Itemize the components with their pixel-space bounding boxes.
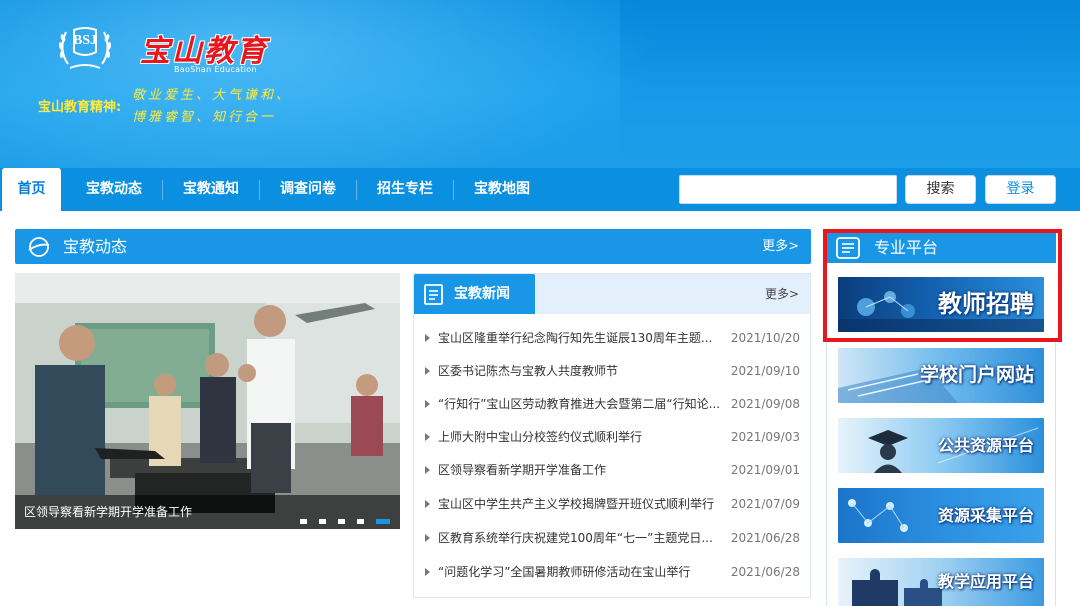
slide-dot-4[interactable]: [356, 519, 364, 524]
section-more-link[interactable]: 更多>: [762, 229, 799, 264]
news-item-date: 2021/07/09: [730, 497, 800, 511]
slide-dot-1[interactable]: [299, 519, 307, 524]
news-tab-label: 宝教新闻: [454, 286, 510, 302]
news-item[interactable]: 宝山区隆重举行纪念陶行知先生诞辰130周年主题... 2021/10/20: [414, 322, 810, 355]
banner-label: 公共资源平台: [937, 436, 1034, 455]
slide-dot-3[interactable]: [337, 519, 345, 524]
bullet-arrow-icon: [425, 466, 430, 474]
slide-dot-5[interactable]: [376, 519, 390, 524]
news-item-title[interactable]: 区领导察看新学期开学准备工作: [438, 454, 722, 487]
logo-subtitle: BaoShan Education: [174, 65, 257, 74]
planet-icon: [28, 237, 50, 257]
news-item-date: 2021/06/28: [730, 565, 800, 579]
slide-dot-2[interactable]: [318, 519, 326, 524]
news-item[interactable]: 区教育系统举行庆祝建党100周年“七一”主题党日... 2021/06/28: [414, 522, 810, 555]
bullet-arrow-icon: [425, 400, 430, 408]
banner-label: 学校门户网站: [919, 364, 1034, 386]
spirit-motto-line1: 敬业爱生、大气谦和、: [132, 88, 293, 103]
banner-label: 教学应用平台: [937, 572, 1034, 591]
section-title: 宝教动态: [63, 237, 128, 256]
nav-item-notices[interactable]: 宝教通知: [163, 168, 259, 211]
login-button[interactable]: 登录: [985, 175, 1056, 204]
news-item-title[interactable]: “问题化学习”全国暑期教师研修活动在宝山举行: [438, 556, 722, 589]
news-item-title[interactable]: 上师大附中宝山分校签约仪式顺利举行: [438, 421, 722, 454]
banner-label: 教师招聘: [938, 290, 1034, 318]
bullet-arrow-icon: [425, 568, 430, 576]
news-item-title[interactable]: 区委书记陈杰与宝教人共度教师节: [438, 355, 722, 388]
page: BSJ 宝山教育 BaoShan Education 宝山教育精神: 敬业爱生、…: [0, 0, 1080, 606]
site-header: BSJ 宝山教育 BaoShan Education 宝山教育精神: 敬业爱生、…: [0, 0, 1080, 168]
news-header: 宝教新闻 更多>: [414, 274, 810, 314]
news-item-date: 2021/09/08: [730, 397, 800, 411]
news-item[interactable]: 区委书记陈杰与宝教人共度教师节 2021/09/10: [414, 355, 810, 388]
news-panel: 宝教新闻 更多> 宝山区隆重举行纪念陶行知先生诞辰130周年主题... 2021…: [413, 273, 811, 598]
banner-resource-collection[interactable]: 资源采集平台: [838, 488, 1044, 543]
logo-title: 宝山教育: [140, 34, 268, 69]
nav-item-survey[interactable]: 调查问卷: [260, 168, 356, 211]
nav-item-home[interactable]: 首页: [2, 168, 61, 211]
news-item-date: 2021/09/01: [730, 463, 800, 477]
nav-item-news[interactable]: 宝教动态: [66, 168, 162, 211]
news-item[interactable]: 宝山区中学生共产主义学校揭牌暨开班仪式顺利举行 2021/07/09: [414, 488, 810, 521]
news-item-title[interactable]: 宝山区隆重举行纪念陶行知先生诞辰130周年主题...: [438, 322, 722, 355]
news-item-date: 2021/09/03: [730, 430, 800, 444]
bullet-arrow-icon: [425, 433, 430, 441]
spirit-label: 宝山教育精神:: [38, 100, 122, 115]
nav-item-map[interactable]: 宝教地图: [454, 168, 550, 211]
news-more-link[interactable]: 更多>: [765, 274, 799, 314]
slide-photo: [15, 273, 400, 529]
bullet-arrow-icon: [425, 534, 430, 542]
news-item-title[interactable]: “行知行”宝山区劳动教育推进大会暨第二届“行知论...: [438, 388, 722, 421]
slide-caption-bar: 区领导察看新学期开学准备工作: [15, 495, 400, 529]
section-header: 宝教动态 更多>: [15, 229, 811, 264]
news-item-title[interactable]: 区教育系统举行庆祝建党100周年“七一”主题党日...: [438, 522, 722, 555]
document-icon: [424, 284, 443, 305]
slide-caption[interactable]: 区领导察看新学期开学准备工作: [24, 495, 192, 529]
news-item[interactable]: “行知行”宝山区劳动教育推进大会暨第二届“行知论... 2021/09/08: [414, 388, 810, 421]
emblem-text: BSJ: [72, 33, 98, 48]
photo-slideshow[interactable]: 区领导察看新学期开学准备工作: [15, 273, 400, 529]
news-item-title[interactable]: 宝山区中学生共产主义学校揭牌暨开班仪式顺利举行: [438, 488, 722, 521]
banner-school-portal[interactable]: 学校门户网站: [838, 348, 1044, 403]
banner-public-resources[interactable]: 公共资源平台: [838, 418, 1044, 473]
news-item-date: 2021/06/28: [730, 531, 800, 545]
spirit-motto-line2: 博雅睿智、知行合一: [132, 110, 277, 125]
nav-item-enrollment[interactable]: 招生专栏: [357, 168, 453, 211]
banner-teacher-recruitment[interactable]: 教师招聘: [838, 277, 1044, 332]
bullet-arrow-icon: [425, 367, 430, 375]
banner-teaching-apps[interactable]: 教学应用平台: [838, 558, 1044, 606]
news-tab[interactable]: 宝教新闻: [414, 274, 535, 314]
news-item[interactable]: 上师大附中宝山分校签约仪式顺利举行 2021/09/03: [414, 421, 810, 454]
bullet-arrow-icon: [425, 500, 430, 508]
news-item-date: 2021/09/10: [730, 364, 800, 378]
slide-indicators: [293, 509, 390, 528]
news-item-date: 2021/10/20: [730, 331, 800, 345]
news-item[interactable]: “问题化学习”全国暑期教师研修活动在宝山举行 2021/06/28: [414, 556, 810, 589]
news-item[interactable]: 区领导察看新学期开学准备工作 2021/09/01: [414, 454, 810, 487]
bullet-arrow-icon: [425, 334, 430, 342]
banner-label: 资源采集平台: [937, 506, 1034, 525]
search-input[interactable]: [679, 175, 897, 204]
search-button[interactable]: 搜索: [905, 175, 976, 204]
